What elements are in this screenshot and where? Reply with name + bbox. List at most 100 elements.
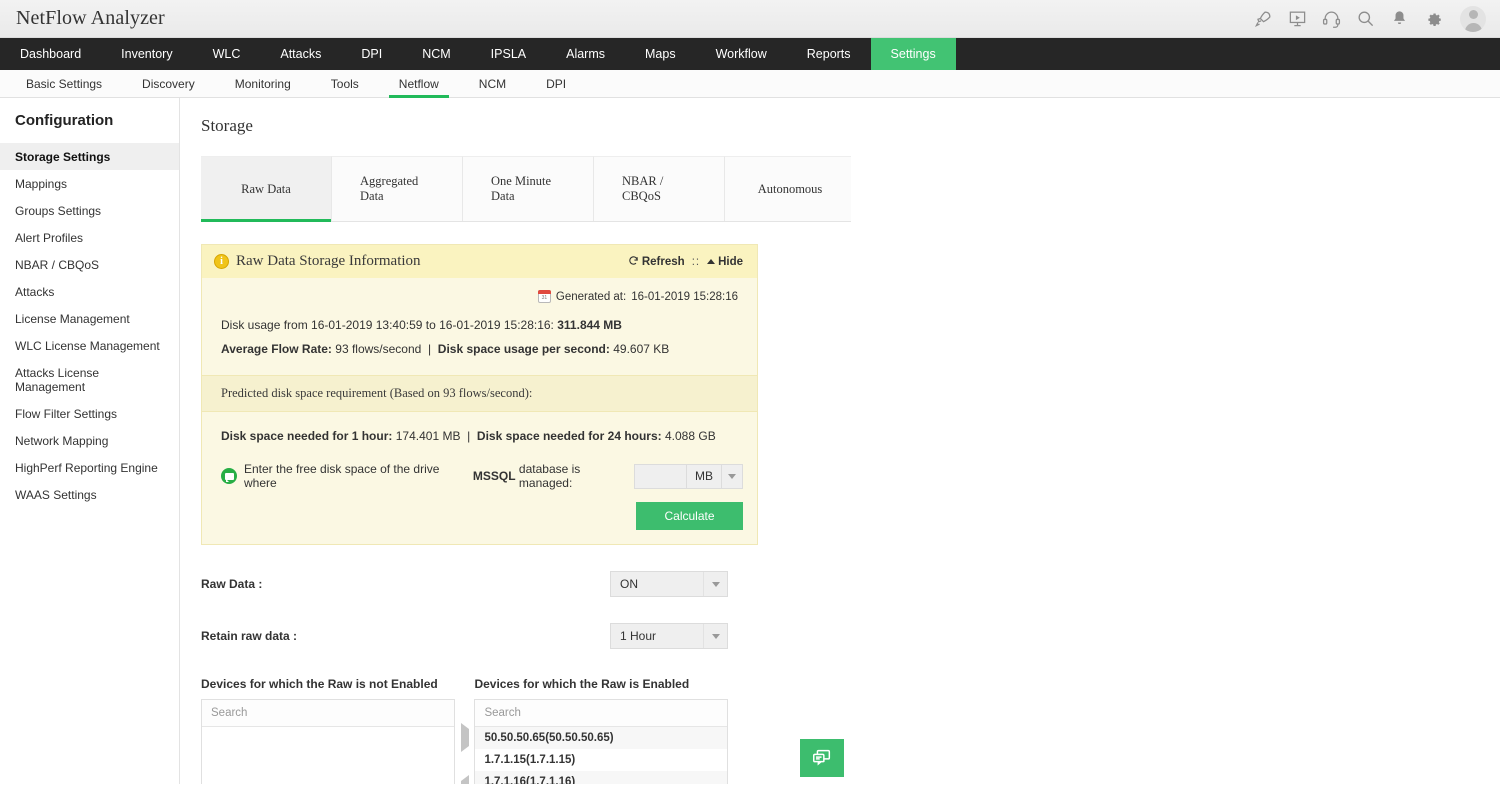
need-24h-value: 4.088 GB	[665, 429, 716, 443]
list-item[interactable]: 1.7.1.15(1.7.1.15)	[475, 749, 727, 771]
subnav-monitoring[interactable]: Monitoring	[215, 70, 311, 97]
headset-icon[interactable]	[1322, 9, 1341, 28]
avatar[interactable]	[1460, 6, 1486, 32]
info-icon: i	[214, 254, 229, 269]
main-navigation: Dashboard Inventory WLC Attacks DPI NCM …	[0, 38, 1500, 70]
need-1h-label: Disk space needed for 1 hour:	[221, 429, 392, 443]
nav-alarms[interactable]: Alarms	[546, 38, 625, 70]
bell-icon[interactable]	[1390, 9, 1409, 28]
list-item[interactable]: 1.7.1.16(1.7.1.16)	[475, 771, 727, 784]
sidebar-item-network-mapping[interactable]: Network Mapping	[0, 427, 179, 454]
main-content: Storage Raw Data Aggregated Data One Min…	[180, 98, 851, 784]
info-panel-title: Raw Data Storage Information	[236, 253, 421, 270]
disk-usage-row: Disk usage from 16-01-2019 13:40:59 to 1…	[221, 313, 743, 337]
action-separator: ::	[692, 256, 700, 268]
devices-not-enabled-search[interactable]: Search	[202, 700, 454, 727]
list-item[interactable]: 50.50.50.65(50.50.50.65)	[475, 727, 727, 749]
search-icon[interactable]	[1356, 9, 1375, 28]
retain-raw-data-select-value: 1 Hour	[611, 629, 703, 643]
sidebar-item-attacks-license-management[interactable]: Attacks License Management	[0, 359, 179, 400]
raw-data-label: Raw Data :	[201, 577, 262, 591]
nav-workflow[interactable]: Workflow	[696, 38, 787, 70]
retain-raw-data-label: Retain raw data :	[201, 629, 297, 643]
nav-wlc[interactable]: WLC	[193, 38, 261, 70]
retain-raw-data-select[interactable]: 1 Hour	[610, 623, 728, 649]
subnav-ncm[interactable]: NCM	[459, 70, 526, 97]
chevron-left-icon	[461, 775, 469, 784]
devices-enabled-search[interactable]: Search	[475, 700, 727, 727]
move-left-button[interactable]	[461, 781, 469, 784]
nav-attacks[interactable]: Attacks	[260, 38, 341, 70]
nav-ipsla[interactable]: IPSLA	[471, 38, 546, 70]
subnav-tools[interactable]: Tools	[311, 70, 379, 97]
sidebar-item-highperf-reporting-engine[interactable]: HighPerf Reporting Engine	[0, 454, 179, 481]
unit-value: MB	[686, 464, 721, 489]
sidebar-item-attacks[interactable]: Attacks	[0, 278, 179, 305]
sidebar: Configuration Storage Settings Mappings …	[0, 98, 180, 784]
sidebar-item-flow-filter-settings[interactable]: Flow Filter Settings	[0, 400, 179, 427]
device-dual-list: Devices for which the Raw is not Enabled…	[201, 677, 728, 784]
sidebar-item-alert-profiles[interactable]: Alert Profiles	[0, 224, 179, 251]
hide-button[interactable]: Hide	[707, 256, 743, 268]
generated-at-label: Generated at:	[556, 291, 626, 303]
nav-inventory[interactable]: Inventory	[101, 38, 192, 70]
presentation-icon[interactable]	[1288, 9, 1307, 28]
predicted-values-row: Disk space needed for 1 hour: 174.401 MB…	[221, 424, 743, 448]
sidebar-item-mappings[interactable]: Mappings	[0, 170, 179, 197]
avg-flow-rate-value: 93 flows/second	[335, 342, 421, 356]
subnav-basic-settings[interactable]: Basic Settings	[6, 70, 122, 97]
sidebar-item-waas-settings[interactable]: WAAS Settings	[0, 481, 179, 508]
raw-data-select-value: ON	[611, 577, 703, 591]
chat-bubbles-icon[interactable]	[800, 739, 844, 777]
subnav-dpi[interactable]: DPI	[526, 70, 586, 97]
unit-dropdown-button[interactable]	[721, 464, 743, 489]
tab-raw-data[interactable]: Raw Data	[201, 156, 332, 221]
calculate-button[interactable]: Calculate	[636, 502, 743, 530]
free-space-suffix: database is managed:	[519, 462, 634, 490]
nav-dashboard[interactable]: Dashboard	[0, 38, 101, 70]
nav-maps[interactable]: Maps	[625, 38, 696, 70]
subnav-netflow[interactable]: Netflow	[379, 70, 459, 97]
chevron-right-icon	[461, 723, 469, 752]
raw-data-select[interactable]: ON	[610, 571, 728, 597]
devices-enabled-box: Search 50.50.50.65(50.50.50.65) 1.7.1.15…	[474, 699, 728, 784]
free-disk-space-input[interactable]	[634, 464, 686, 489]
sub-navigation: Basic Settings Discovery Monitoring Tool…	[0, 70, 1500, 98]
flow-rate-row: Average Flow Rate: 93 flows/second | Dis…	[221, 337, 743, 361]
nav-settings[interactable]: Settings	[871, 38, 956, 70]
nav-ncm[interactable]: NCM	[402, 38, 470, 70]
subnav-discovery[interactable]: Discovery	[122, 70, 215, 97]
top-icon-group	[1254, 6, 1486, 32]
tab-one-minute-data[interactable]: One Minute Data	[463, 156, 594, 221]
devices-not-enabled-column: Devices for which the Raw is not Enabled…	[201, 677, 455, 784]
tab-nbar-cbqos[interactable]: NBAR / CBQoS	[594, 156, 725, 221]
chat-hint-icon	[221, 468, 237, 484]
top-bar: NetFlow Analyzer	[0, 0, 1500, 38]
sidebar-title: Configuration	[0, 112, 179, 143]
tab-aggregated-data[interactable]: Aggregated Data	[332, 156, 463, 221]
tab-autonomous[interactable]: Autonomous	[725, 156, 851, 221]
nav-reports[interactable]: Reports	[787, 38, 871, 70]
refresh-button[interactable]: Refresh	[628, 255, 685, 269]
info-panel-header: i Raw Data Storage Information Refresh :…	[202, 245, 757, 278]
sidebar-item-license-management[interactable]: License Management	[0, 305, 179, 332]
avatar-glyph	[1460, 6, 1486, 32]
free-space-db-name: MSSQL	[473, 469, 516, 483]
page-body: Configuration Storage Settings Mappings …	[0, 98, 1500, 784]
nav-dpi[interactable]: DPI	[341, 38, 402, 70]
disk-usage-label: Disk usage from 16-01-2019 13:40:59 to 1…	[221, 318, 554, 332]
gear-icon[interactable]	[1424, 9, 1443, 28]
app-brand: NetFlow Analyzer	[16, 7, 165, 30]
sidebar-item-nbar-cbqos[interactable]: NBAR / CBQoS	[0, 251, 179, 278]
sidebar-item-groups-settings[interactable]: Groups Settings	[0, 197, 179, 224]
rocket-icon[interactable]	[1254, 9, 1273, 28]
free-space-prefix: Enter the free disk space of the drive w…	[244, 462, 470, 490]
caret-up-icon	[707, 259, 715, 264]
devices-enabled-list: 50.50.50.65(50.50.50.65) 1.7.1.15(1.7.1.…	[475, 727, 727, 784]
sidebar-item-wlc-license-management[interactable]: WLC License Management	[0, 332, 179, 359]
devices-not-enabled-title: Devices for which the Raw is not Enabled	[201, 677, 455, 691]
transfer-buttons	[455, 677, 475, 784]
avg-flow-rate-label: Average Flow Rate:	[221, 342, 332, 356]
sidebar-item-storage-settings[interactable]: Storage Settings	[0, 143, 179, 170]
move-right-button[interactable]	[461, 729, 469, 747]
